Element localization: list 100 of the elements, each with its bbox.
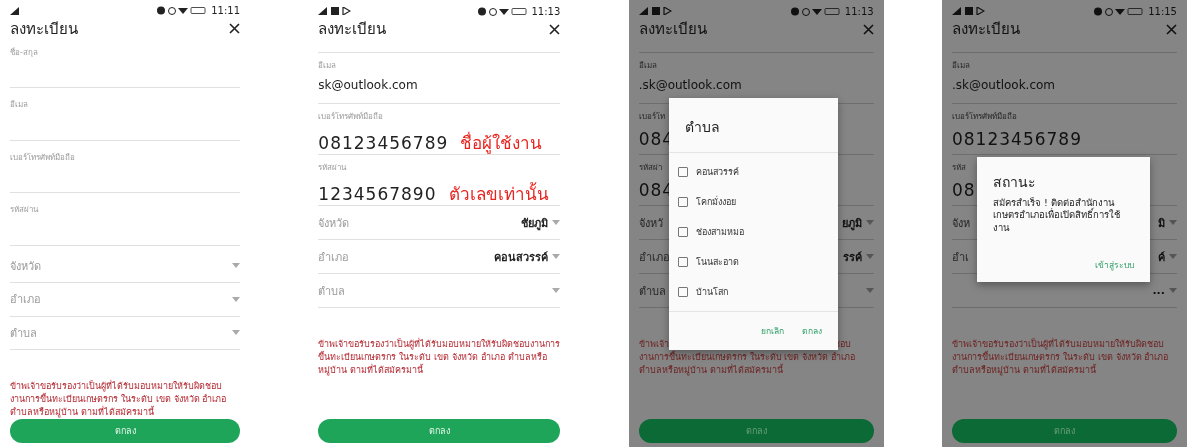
- field-label: ตำบล: [638, 283, 666, 300]
- field-label: ชื่อ-สกุล: [10, 46, 38, 59]
- confirm-button[interactable]: ตกลง: [10, 419, 240, 443]
- page-title: ลงทะเบียน: [952, 19, 1020, 40]
- dropdown-caret-icon: [232, 263, 240, 269]
- option-label[interactable]: ช่องสามหมอ: [695, 225, 744, 239]
- field-label: จังห: [952, 215, 970, 232]
- page-title: ลงทะเบียน: [318, 19, 387, 40]
- signal-icon: [952, 7, 961, 15]
- field-label: อำเ: [952, 249, 969, 266]
- annotation-text: ชื่อผู้ใช้งาน: [460, 130, 543, 156]
- checkbox[interactable]: [677, 287, 688, 297]
- field-label: จังหวัด: [10, 258, 41, 275]
- page-title: ลงทะเบียน: [10, 18, 78, 40]
- notification-icons: [965, 7, 985, 15]
- option-label[interactable]: บ้านโสก: [695, 285, 728, 299]
- field-label: รหัสผ่าน: [318, 162, 347, 174]
- dropdown-caret-icon: [1169, 254, 1177, 259]
- field-value: มิ: [1158, 215, 1165, 232]
- close-icon[interactable]: [229, 23, 240, 35]
- status-time: 11:15: [1148, 5, 1177, 17]
- notification-icons: [651, 7, 672, 15]
- annotation-text: ตัวเลขเท่านั้น: [448, 181, 549, 206]
- option-label[interactable]: คอนสวรรค์: [695, 165, 739, 179]
- text-field[interactable]: อีเมล sk@outlook.com: [318, 53, 561, 104]
- text-field[interactable]: รหัสผ่าน: [10, 197, 240, 246]
- checkbox[interactable]: [677, 197, 688, 207]
- text-field[interactable]: ชื่อ-สกุล: [10, 39, 240, 89]
- field-label: ตำบล: [318, 283, 346, 300]
- field-label: อำเภอ: [10, 292, 41, 309]
- checkbox[interactable]: [677, 227, 688, 237]
- confirm-button[interactable]: ตกลง: [952, 419, 1177, 443]
- dialog-action-link[interactable]: ยกเลิก: [760, 324, 784, 338]
- dropdown-field[interactable]: จังหวัด ชัยภูมิ: [318, 206, 561, 240]
- dropdown-caret-icon: [865, 254, 874, 259]
- dialog-action-link[interactable]: ตกลง: [801, 324, 822, 338]
- dropdown-caret-icon: [1169, 288, 1177, 293]
- signal-icon: [10, 6, 19, 15]
- dropdown-caret-icon: [232, 330, 240, 336]
- dialog-message: สมัครสำเร็จ ! ติดต่อสำนักงานเกษตรอำเภอเพื่อเปิดสิทธิ์การใช้งาน: [992, 197, 1121, 235]
- status-icons: [157, 6, 208, 16]
- dropdown-caret-icon: [865, 288, 874, 293]
- field-value: 08: [952, 180, 976, 200]
- dropdown-caret-icon: [552, 254, 561, 259]
- field-value: sk@outlook.com: [318, 78, 418, 92]
- confirm-button[interactable]: ตกลง: [318, 419, 561, 443]
- dialog-action-link[interactable]: เข้าสู่ระบบ: [1095, 258, 1134, 273]
- dialog-title: สถานะ: [992, 173, 1037, 192]
- text-field[interactable]: เบอร์โทรศัพท์มือถือ: [10, 144, 240, 194]
- field-label: เบอร์โทรศัพท์มือถือ: [10, 151, 75, 164]
- confirm-button[interactable]: ตกลง: [638, 419, 874, 443]
- dropdown-field[interactable]: ตำบล: [318, 274, 561, 308]
- text-field[interactable]: อีเมล: [10, 92, 240, 141]
- field-label: เบอร์โทรศัพท์มือถือ: [318, 111, 384, 123]
- field-label: เบอร์โท: [638, 111, 665, 123]
- page-title: ลงทะเบียน: [638, 19, 707, 40]
- dropdown-field[interactable]: ตำบล: [10, 316, 240, 351]
- option-label[interactable]: โคกมั่งงอย: [695, 195, 736, 209]
- field-label: อีเมล: [638, 60, 657, 72]
- field-label: เบอร์โทรศัพท์มือถือ: [952, 111, 1017, 123]
- signal-icon: [638, 7, 648, 15]
- field-label: รหัสผ่า: [638, 162, 662, 174]
- close-icon[interactable]: [549, 23, 561, 35]
- text-field[interactable]: เบอร์โทรศัพท์มือถือ 08123456789: [952, 104, 1177, 155]
- field-label: ตำบล: [10, 325, 37, 342]
- field-value: .sk@outlook.com: [952, 78, 1056, 92]
- field-value: ...: [1152, 284, 1165, 297]
- text-field[interactable]: รหัสผ่าน 1234567890 ตัวเลขเท่านั้น: [318, 155, 561, 206]
- dropdown-caret-icon: [865, 220, 874, 225]
- dropdown-caret-icon: [1169, 220, 1177, 225]
- disclaimer-text: ข้าพเจ้าขอรับรองว่าเป็นผู้ที่ได้รับมอบหมายให้รับผิดชอบงานการขึ้นทะเบียนเกษตรกร ในระดับ เขต จังหวัด อำเภอ ตำบลหรือหมู่บ้าน ตามที่ได้สมัครมานี้: [952, 338, 1170, 378]
- status-icons: [477, 6, 528, 16]
- notification-icons: [331, 7, 352, 15]
- field-value: .sk@outlook.com: [638, 78, 742, 92]
- text-field[interactable]: เบอร์โทรศัพท์มือถือ 08123456789 ชื่อผู้ใช้งาน: [318, 104, 561, 155]
- field-value: คอนสวรรค์: [494, 249, 549, 266]
- field-label: อีเมล: [10, 99, 28, 112]
- option-label[interactable]: โนนสะอาด: [695, 255, 739, 269]
- text-field[interactable]: อีเมล .sk@outlook.com: [952, 53, 1177, 104]
- dropdown-field[interactable]: อำเภอ: [10, 283, 240, 317]
- field-label: รหัส: [952, 162, 966, 174]
- checkbox[interactable]: [677, 167, 688, 177]
- dialog-title: ตำบล: [683, 118, 721, 137]
- field-label: รหัสผ่าน: [10, 204, 38, 217]
- dropdown-field[interactable]: จังหวัด: [10, 249, 240, 284]
- field-value: 08123456789: [952, 129, 1082, 149]
- field-value: ยภูมิ: [841, 215, 862, 232]
- status-time: 11:13: [844, 5, 874, 17]
- field-label: อำเภอ: [638, 249, 670, 266]
- signal-icon: [318, 7, 328, 15]
- status-time: 11:11: [211, 5, 240, 17]
- dropdown-caret-icon: [552, 288, 561, 293]
- field-value: 1234567890: [318, 184, 437, 204]
- field-label: อีเมล: [952, 60, 970, 72]
- field-label: อำเภอ: [318, 249, 350, 266]
- dropdown-caret-icon: [552, 220, 561, 225]
- dropdown-field[interactable]: อำเภอ คอนสวรรค์: [318, 240, 561, 274]
- checkbox[interactable]: [677, 257, 688, 267]
- status-icons: [790, 6, 841, 16]
- dropdown-caret-icon: [232, 296, 240, 302]
